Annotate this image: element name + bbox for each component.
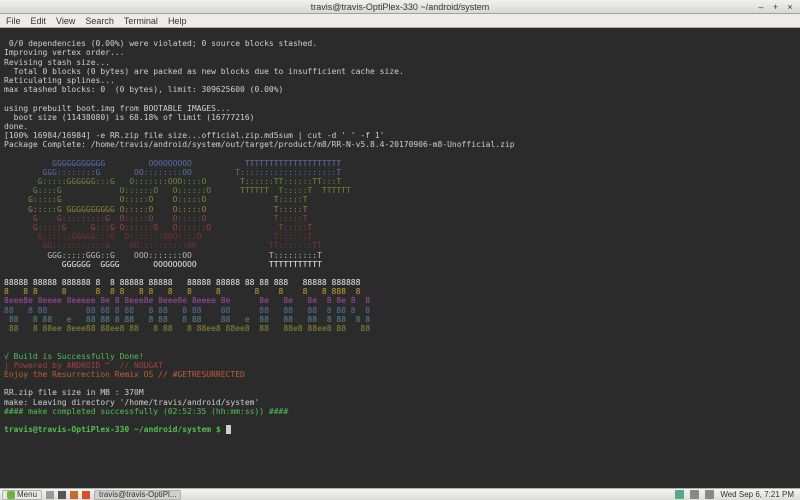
- ascii-art-line: G:::::G G:::G O::::::O O::::::O T:::::T: [4, 223, 312, 232]
- ascii-art-line: G G:::::::::G O:::::O O:::::O T:::::T: [4, 214, 307, 223]
- rr-art-line: 8 8 8 8 8 8 8 8 8 8 8 8 8 8 8 8 888 8: [4, 287, 360, 296]
- output-line: done.: [4, 122, 28, 131]
- menubar: File Edit View Search Terminal Help: [0, 14, 800, 28]
- network-tray-icon[interactable]: [690, 490, 699, 499]
- ascii-art-line: G::::::GGGGG:::G O:::::::OOO::::O T:::::…: [4, 232, 312, 241]
- output-line: Package Complete: /home/travis/android/s…: [4, 140, 515, 149]
- show-desktop-icon[interactable]: [46, 491, 54, 499]
- output-line: boot size (11438080) is 68.18% of limit …: [4, 113, 254, 122]
- rr-art-line: 88 8 88 e 88 88 8 88 8 88 8 88 88 e 88 8…: [4, 315, 370, 324]
- output-line: max stashed blocks: 0 (0 bytes), limit: …: [4, 85, 283, 94]
- ascii-art-line: GGGGGGGGGGG OOOOOOOOO TTTTTTTTTTTTTTTTTT…: [4, 159, 341, 168]
- update-tray-icon[interactable]: [675, 490, 684, 499]
- output-line: Reticulating splines...: [4, 76, 115, 85]
- ascii-art-line: G::::G O::::::O O::::::O TTTTTT T:::::T …: [4, 186, 351, 195]
- terminal-launcher-icon[interactable]: [58, 491, 66, 499]
- rr-art-line: 88 8 88ee 8eee88 88ee8 88 8 88 8 88ee8 8…: [4, 324, 370, 333]
- files-launcher-icon[interactable]: [70, 491, 78, 499]
- window-title: travis@travis-OptiPlex-330 ~/android/sys…: [60, 2, 740, 12]
- build-success-line: √ Build is Successfully Done!: [4, 352, 144, 361]
- output-line: 0/0 dependencies (0.00%) were violated; …: [4, 39, 317, 48]
- output-line: Improving vertex order...: [4, 48, 124, 57]
- prompt-path: ~/android/system $: [129, 425, 225, 434]
- volume-tray-icon[interactable]: [705, 490, 714, 499]
- ascii-art-line: G:::::G O:::::O O:::::O T:::::T: [4, 195, 307, 204]
- ascii-art-line: GGG:::::GGG::G OOO:::::::OO T:::::::::T: [4, 251, 322, 260]
- output-line: Total 0 blocks (0 bytes) are packed as n…: [4, 67, 404, 76]
- prompt-line[interactable]: travis@travis-OptiPlex-330 ~/android/sys…: [4, 425, 231, 434]
- menu-file[interactable]: File: [6, 16, 21, 26]
- menu-terminal[interactable]: Terminal: [124, 16, 158, 26]
- rr-art-line: 88888 88888 888888 8 8 88888 88888 88888…: [4, 278, 360, 287]
- zip-size-line: RR.zip file size in MB : 370M: [4, 388, 144, 397]
- ascii-art-line: GG:::::::::::G OO::::::::::OO TT:::::::T…: [4, 241, 322, 250]
- taskbar: Menu travis@travis-OptiPl... Wed Sep 6, …: [0, 488, 800, 500]
- make-completed-line: #### make completed successfully (02:52:…: [4, 407, 288, 416]
- ascii-art-line: G:::::G GGGGGGGGGG O:::::O O:::::O T::::…: [4, 205, 307, 214]
- start-menu-button[interactable]: Menu: [2, 490, 42, 500]
- cursor-icon: [226, 425, 231, 434]
- start-menu-label: Menu: [17, 490, 37, 499]
- rr-art-line: 88 8 88 88 88 8 88 8 88 8 88 88 88 88 88…: [4, 306, 370, 315]
- ascii-art-line: GGGGGG GGGG OOOOOOOOO TTTTTTTTTTT: [4, 260, 322, 269]
- window-controls: – + ×: [740, 2, 800, 12]
- mint-logo-icon: [7, 491, 15, 499]
- firefox-launcher-icon[interactable]: [82, 491, 90, 499]
- maximize-button[interactable]: +: [769, 2, 781, 12]
- ascii-art-line: GGG::::::::G OO::::::::OO T:::::::::::::…: [4, 168, 341, 177]
- make-leave-line: make: Leaving directory '/home/travis/an…: [4, 398, 259, 407]
- window-titlebar: travis@travis-OptiPlex-330 ~/android/sys…: [0, 0, 800, 14]
- close-button[interactable]: ×: [784, 2, 796, 12]
- output-line: [100% 16984/16984] -e RR.zip file size..…: [4, 131, 385, 140]
- menu-search[interactable]: Search: [85, 16, 114, 26]
- powered-by-line: | Powered by ANDROID ™ // NOUGAT: [4, 361, 163, 370]
- menu-edit[interactable]: Edit: [31, 16, 47, 26]
- taskbar-app-terminal[interactable]: travis@travis-OptiPl...: [94, 490, 181, 500]
- prompt-user-host: travis@travis-OptiPlex-330: [4, 425, 129, 434]
- terminal-output[interactable]: 0/0 dependencies (0.00%) were violated; …: [0, 28, 800, 488]
- output-line: using prebuilt boot.img from BOOTABLE IM…: [4, 104, 230, 113]
- ascii-art-line: G:::::GGGGGG:::G O:::::::OOO::::O T:::::…: [4, 177, 341, 186]
- clock[interactable]: Wed Sep 6, 7:21 PM: [720, 490, 794, 499]
- menu-view[interactable]: View: [56, 16, 75, 26]
- enjoy-line: Enjoy the Resurrection Remix OS // #GETR…: [4, 370, 245, 379]
- taskbar-app-label: travis@travis-OptiPl...: [99, 490, 176, 499]
- minimize-button[interactable]: –: [755, 2, 767, 12]
- menu-help[interactable]: Help: [168, 16, 187, 26]
- rr-art-line: 8eee8e 8eeee 8eeeee 8e 8 8eee8e 8eee8e 8…: [4, 296, 370, 305]
- output-line: Revising stash size...: [4, 58, 110, 67]
